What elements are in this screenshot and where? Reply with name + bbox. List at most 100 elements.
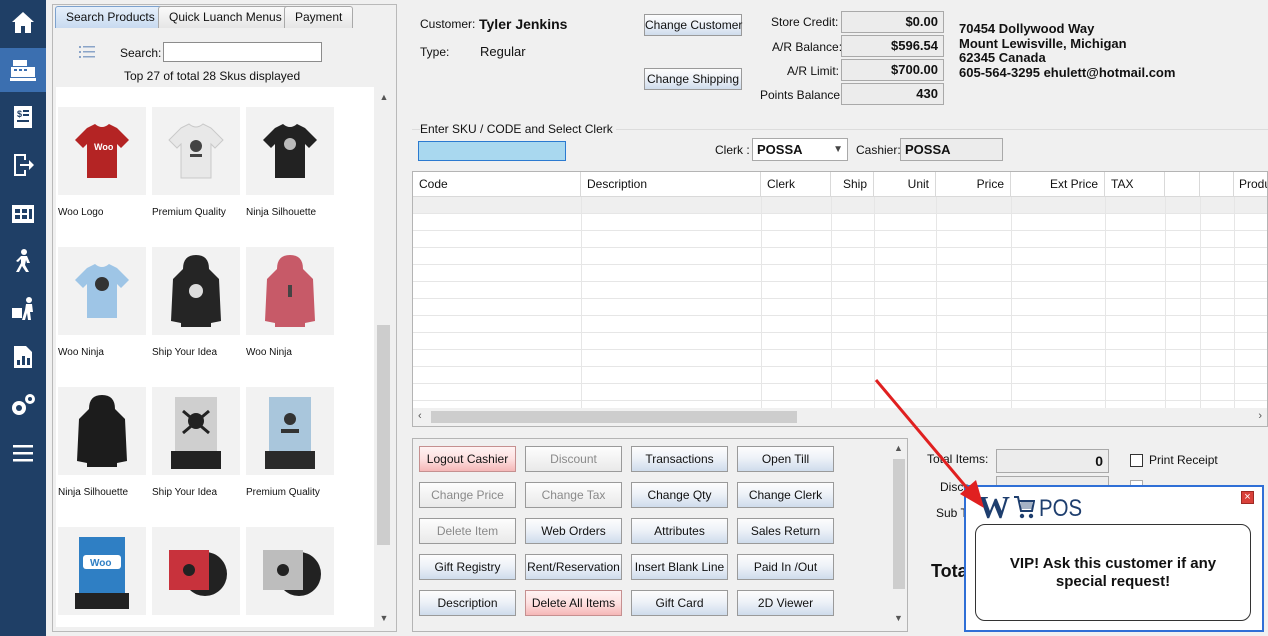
web-orders-button[interactable]: Web Orders [525,518,622,544]
address-line: Mount Lewisville, Michigan [959,35,1127,51]
red-tshirt-icon: Woo [75,124,129,178]
sku-input[interactable] [418,141,566,161]
settings-icon[interactable] [0,385,46,425]
register-icon[interactable] [0,48,46,92]
scrollbar-thumb[interactable] [893,459,905,589]
delete-all-items-button[interactable]: Delete All Items [525,590,622,616]
product-tile[interactable]: Premium Quality [246,387,336,517]
column-header[interactable]: Code [413,172,581,197]
customer-name: Tyler Jenkins [479,16,568,32]
product-tile[interactable]: Ship Your Idea [152,247,242,377]
menu-icon[interactable] [0,433,46,473]
column-header[interactable]: Description [581,172,761,197]
sku-entry-label: Enter SKU / CODE and Select Clerk [420,122,616,136]
scroll-down-icon[interactable]: ▼ [894,613,903,623]
change-shipping-button[interactable]: Change Shipping [644,68,742,90]
product-tile[interactable] [152,527,242,627]
scrollbar-thumb[interactable] [377,325,390,545]
product-label: Premium Quality [152,207,226,218]
popup-message-box: VIP! Ask this customer if any special re… [975,524,1251,621]
logout-cashier-button[interactable]: Logout Cashier [419,446,516,472]
change-qty-button[interactable]: Change Qty [631,482,728,508]
column-header[interactable]: Price [936,172,1011,197]
ar-balance-value: $596.54 [841,35,944,57]
report-icon[interactable] [0,337,46,377]
column-header[interactable]: Ship [831,172,874,197]
close-button[interactable]: × [1241,491,1254,504]
scroll-up-icon[interactable]: ▲ [894,443,903,453]
scroll-down-icon[interactable]: ▼ [375,613,393,623]
items-table[interactable]: Code Description Clerk Ship Unit Price E… [412,171,1268,427]
table-row-selected[interactable] [413,197,1267,213]
rent-reservation-button[interactable]: Rent/Reservation [525,554,622,580]
scroll-right-icon[interactable]: › [1258,410,1262,422]
paid-in-out-button[interactable]: Paid In /Out [737,554,834,580]
product-tile[interactable] [246,527,336,627]
transactions-button[interactable]: Transactions [631,446,728,472]
column-header[interactable] [1200,172,1234,197]
column-header[interactable]: Clerk [761,172,831,197]
home-icon[interactable] [0,2,46,42]
total-items-value: 0 [996,449,1109,473]
tab-quick-launch-menus[interactable]: Quick Luanch Menus [158,6,293,28]
product-tile[interactable]: Woo Woo Logo [58,107,148,237]
clerk-label: Clerk : [715,143,750,157]
change-price-button[interactable]: Change Price [419,482,516,508]
product-label: Ninja Silhouette [58,487,129,498]
change-clerk-button[interactable]: Change Clerk [737,482,834,508]
change-tax-button[interactable]: Change Tax [525,482,622,508]
points-balance-label: Points Balance: [760,88,844,102]
print-receipt-checkbox[interactable] [1130,454,1143,467]
column-header[interactable] [1165,172,1200,197]
print-receipt-label: Print Receipt [1149,453,1218,467]
list-view-icon[interactable] [79,45,95,62]
delivery-icon[interactable] [0,289,46,329]
attributes-button[interactable]: Attributes [631,518,728,544]
horizontal-scrollbar[interactable]: ‹ › [413,408,1267,426]
scroll-up-icon[interactable]: ▲ [375,92,393,102]
walking-icon[interactable] [0,241,46,281]
receipt-icon[interactable]: $ [0,97,46,137]
product-tile[interactable]: Woo Ninja [246,247,336,377]
popup-message: VIP! Ask this customer if any special re… [1009,554,1217,590]
sales-return-button[interactable]: Sales Return [737,518,834,544]
black-hoodie-icon [77,395,127,467]
change-customer-button[interactable]: Change Customer [644,14,742,36]
tab-search-products[interactable]: Search Products [55,6,166,28]
tab-payment[interactable]: Payment [284,6,354,28]
red-album-icon [169,550,227,596]
product-tile[interactable]: Woo Ninja [58,247,148,377]
actions-scrollbar[interactable]: ▲ ▼ [891,441,907,629]
discount-button[interactable]: Discount [525,446,622,472]
scrollbar-thumb[interactable] [431,411,797,423]
2d-viewer-button[interactable]: 2D Viewer [737,590,834,616]
column-header[interactable]: Ext Price [1011,172,1105,197]
wpos-logo: W POS [978,489,1082,525]
clerk-value: POSSA [757,142,803,157]
insert-blank-line-button[interactable]: Insert Blank Line [631,554,728,580]
column-header[interactable]: TAX [1105,172,1165,197]
exit-icon[interactable] [0,145,46,185]
search-input[interactable] [163,42,322,62]
product-tile[interactable]: Premium Quality [152,107,242,237]
product-label: Ship Your Idea [152,487,218,498]
product-tile[interactable]: Ninja Silhouette [246,107,336,237]
description-button[interactable]: Description [419,590,516,616]
product-grid-scrollbar[interactable]: ▲ ▼ [375,87,393,627]
address-line: 70454 Dollywood Way [959,21,1095,36]
open-till-button[interactable]: Open Till [737,446,834,472]
column-header[interactable]: Produ [1234,172,1267,197]
product-label: Woo Ninja [58,347,104,358]
product-tile[interactable]: Woo [58,527,148,627]
gray-album-icon [263,550,321,596]
scroll-left-icon[interactable]: ‹ [418,410,422,422]
product-tile[interactable]: Ship Your Idea [152,387,242,517]
delete-item-button[interactable]: Delete Item [419,518,516,544]
warehouse-icon[interactable] [0,193,46,233]
gift-card-button[interactable]: Gift Card [631,590,728,616]
clerk-select[interactable]: POSSA ▼ [752,138,848,161]
column-header[interactable]: Unit [874,172,936,197]
product-tile[interactable]: Ninja Silhouette [58,387,148,517]
gift-registry-button[interactable]: Gift Registry [419,554,516,580]
search-label: Search: [120,46,162,60]
